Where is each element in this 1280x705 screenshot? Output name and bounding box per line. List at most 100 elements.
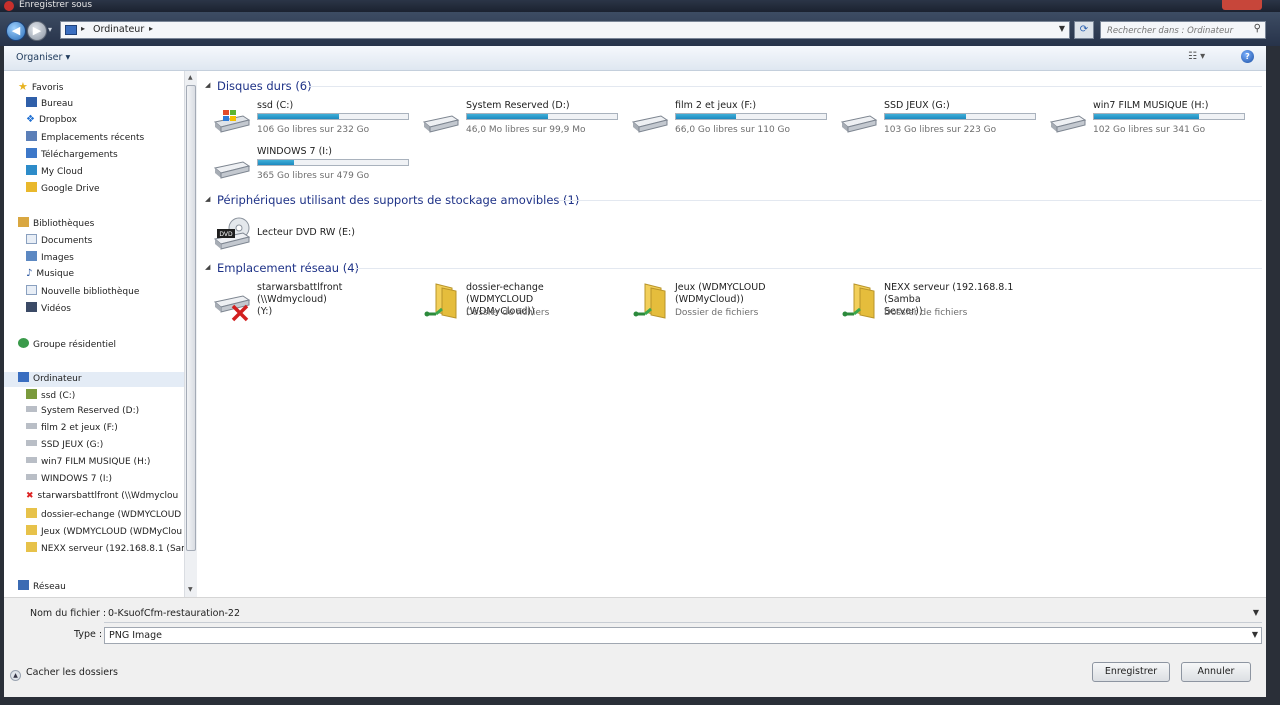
nav-item-my-cloud[interactable]: My Cloud <box>26 165 83 180</box>
forward-button[interactable]: ▶ <box>27 21 47 41</box>
chevron-down-icon[interactable]: ▼ <box>1059 24 1065 33</box>
usage-fill <box>258 160 294 165</box>
filename-field[interactable]: 0-KsuofCfm-restauration-22 ▼ <box>104 606 1262 623</box>
nav-computer[interactable]: Ordinateur <box>4 372 184 387</box>
type-label: Type : <box>74 629 103 640</box>
scroll-down-icon[interactable]: ▼ <box>188 586 193 593</box>
help-icon[interactable]: ? <box>1241 50 1254 63</box>
usage-fill <box>885 114 966 119</box>
hard-drive-icon <box>840 108 878 133</box>
network-folder-icon <box>26 508 37 518</box>
type-value: PNG Image <box>109 630 162 641</box>
cancel-button[interactable]: Annuler <box>1181 662 1251 682</box>
save-button[interactable]: Enregistrer <box>1092 662 1170 682</box>
nav-item-drive-f[interactable]: film 2 et jeux (F:) <box>26 423 118 438</box>
usage-bar <box>466 113 618 120</box>
view-options-button[interactable]: ☷ ▾ <box>1188 51 1205 62</box>
refresh-button[interactable]: ⟳ <box>1074 21 1094 39</box>
nav-network[interactable]: Réseau <box>18 580 66 595</box>
search-box[interactable]: ⚲ <box>1100 21 1266 39</box>
drive-tile[interactable]: System Reserved (D:) 46,0 Mo libres sur … <box>406 100 618 142</box>
toolbar: Organiser ▾ ☷ ▾ ? <box>4 46 1266 71</box>
usage-bar <box>675 113 827 120</box>
nav-homegroup[interactable]: Groupe résidentiel <box>18 338 116 353</box>
drive-tile[interactable]: ssd (C:) 106 Go libres sur 232 Go <box>197 100 409 142</box>
search-input[interactable] <box>1105 23 1247 39</box>
nav-item-drive-i[interactable]: WINDOWS 7 (I:) <box>26 474 112 489</box>
nav-item-recent-places[interactable]: Emplacements récents <box>26 131 144 146</box>
network-folder-icon <box>26 525 37 535</box>
network-location-tile[interactable]: dossier-echange (WDMYCLOUD (WDMyCloud)) D… <box>406 282 611 324</box>
nav-item-drive-g[interactable]: SSD JEUX (G:) <box>26 440 103 455</box>
nav-item-documents[interactable]: Documents <box>26 234 92 249</box>
nav-item-videos[interactable]: Vidéos <box>26 302 71 317</box>
network-location-tile[interactable]: Jeux (WDMYCLOUD (WDMyCloud)) Dossier de f… <box>615 282 820 324</box>
nav-favorites[interactable]: ★ Favoris <box>18 80 63 95</box>
nav-item-downloads[interactable]: Téléchargements <box>26 148 118 163</box>
dvd-drive-icon: DVD <box>213 217 251 251</box>
navigation-pane: ★ Favoris Bureau ❖ Dropbox Emplacements ré… <box>4 71 184 597</box>
music-icon: ♪ <box>26 268 33 279</box>
dvd-drive-tile[interactable]: DVD Lecteur DVD RW (E:) <box>197 215 402 257</box>
documents-icon <box>26 234 37 244</box>
history-dropdown-button[interactable]: ▾ <box>48 25 52 34</box>
chevron-up-icon: ▲ <box>10 670 21 681</box>
hide-folders-button[interactable]: ▲ Cacher les dossiers <box>10 667 118 681</box>
navigation-bar: ◀ ▶ ▾ ▸ Ordinateur ▸ ▼ ⟳ ⚲ <box>0 12 1280 46</box>
homegroup-icon <box>18 338 29 348</box>
usage-fill <box>467 114 548 119</box>
collapse-icon[interactable]: ◢ <box>205 81 210 89</box>
network-location-tile[interactable]: NEXX serveur (192.168.8.1 (Samba Server))… <box>824 282 1029 324</box>
group-divider <box>559 200 1262 201</box>
nav-item-nexx-serveur[interactable]: NEXX serveur (192.168.8.1 (Samb <box>26 542 184 557</box>
group-divider <box>309 86 1262 87</box>
type-select[interactable]: PNG Image ▼ <box>104 627 1262 644</box>
nav-item-network-drive-y[interactable]: ✖ starwarsbattlfront (\\Wdmyclou <box>26 491 178 506</box>
address-bar[interactable]: ▸ Ordinateur ▸ ▼ <box>60 21 1070 39</box>
breadcrumb-arrow-icon[interactable]: ▸ <box>81 24 85 33</box>
collapse-icon[interactable]: ◢ <box>205 195 210 203</box>
group-header-network[interactable]: ◢ Emplacement réseau (4) <box>197 261 1266 275</box>
nav-item-images[interactable]: Images <box>26 251 74 266</box>
drive-name: ssd (C:) <box>257 100 294 111</box>
close-button[interactable] <box>1222 0 1262 10</box>
nav-item-desktop[interactable]: Bureau <box>26 97 73 112</box>
drive-free-space: 46,0 Mo libres sur 99,9 Mo <box>466 125 586 135</box>
back-button[interactable]: ◀ <box>6 21 26 41</box>
nav-item-drive-c[interactable]: ssd (C:) <box>26 389 75 404</box>
drive-tile[interactable]: SSD JEUX (G:) 103 Go libres sur 223 Go <box>824 100 1036 142</box>
collapse-icon[interactable]: ◢ <box>205 263 210 271</box>
organize-button[interactable]: Organiser ▾ <box>16 52 70 63</box>
navigation-scrollbar[interactable]: ▲ ▼ <box>184 71 197 597</box>
group-header-removable[interactable]: ◢ Périphériques utilisant des supports d… <box>197 193 1266 207</box>
drive-free-space: 102 Go libres sur 341 Go <box>1093 125 1206 135</box>
group-header-hard-drives[interactable]: ◢ Disques durs (6) <box>197 79 1266 93</box>
nav-item-music[interactable]: ♪ Musique <box>26 268 74 283</box>
computer-icon <box>65 25 77 35</box>
computer-icon <box>18 372 29 382</box>
nav-item-new-library[interactable]: Nouvelle bibliothèque <box>26 285 139 300</box>
nav-item-google-drive[interactable]: Google Drive <box>26 182 100 197</box>
nav-item-dossier-echange[interactable]: dossier-echange (WDMYCLOUD <box>26 508 181 523</box>
breadcrumb-computer[interactable]: Ordinateur <box>93 24 144 35</box>
network-location-type: Dossier de fichiers <box>884 308 968 318</box>
drive-name: System Reserved (D:) <box>466 100 570 111</box>
view-icon: ☷ <box>1188 51 1197 62</box>
chevron-down-icon[interactable]: ▼ <box>1252 630 1258 639</box>
nav-item-drive-h[interactable]: win7 FILM MUSIQUE (H:) <box>26 457 150 472</box>
drive-name: Lecteur DVD RW (E:) <box>257 227 355 238</box>
drive-tile[interactable]: WINDOWS 7 (I:) 365 Go libres sur 479 Go <box>197 146 409 188</box>
network-location-tile[interactable]: starwarsbattlfront (\\Wdmycloud) (Y:) <box>197 282 402 324</box>
nav-item-drive-d[interactable]: System Reserved (D:) <box>26 406 139 421</box>
filename-value[interactable]: 0-KsuofCfm-restauration-22 <box>108 608 240 619</box>
breadcrumb-arrow-icon[interactable]: ▸ <box>149 24 153 33</box>
drive-tile[interactable]: film 2 et jeux (F:) 66,0 Go libres sur 1… <box>615 100 827 142</box>
nav-item-jeux[interactable]: Jeux (WDMYCLOUD (WDMyClou <box>26 525 182 540</box>
drive-tile[interactable]: win7 FILM MUSIQUE (H:) 102 Go libres sur… <box>1033 100 1245 142</box>
search-icon[interactable]: ⚲ <box>1254 23 1261 34</box>
scroll-up-icon[interactable]: ▲ <box>188 74 193 81</box>
scroll-thumb[interactable] <box>186 85 196 551</box>
nav-libraries[interactable]: Bibliothèques <box>18 217 94 232</box>
chevron-down-icon[interactable]: ▼ <box>1253 608 1259 617</box>
nav-item-dropbox[interactable]: ❖ Dropbox <box>26 114 77 129</box>
